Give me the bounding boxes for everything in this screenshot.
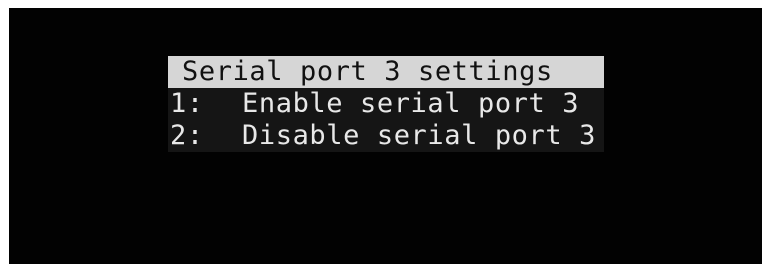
menu-option-enable-serial-port[interactable]: 1: Enable serial port 3 — [168, 88, 604, 120]
menu-option-label: Enable serial port 3 — [242, 88, 580, 119]
menu-option-key: 1: — [170, 88, 204, 119]
serial-port-menu: Serial port 3 settings 1: Enable serial … — [168, 56, 604, 152]
console-screen: Serial port 3 settings 1: Enable serial … — [9, 8, 762, 264]
menu-option-key: 2: — [170, 120, 204, 151]
menu-option-disable-serial-port[interactable]: 2: Disable serial port 3 — [168, 120, 604, 152]
menu-title: Serial port 3 settings — [168, 56, 604, 88]
menu-option-label: Disable serial port 3 — [242, 120, 596, 151]
